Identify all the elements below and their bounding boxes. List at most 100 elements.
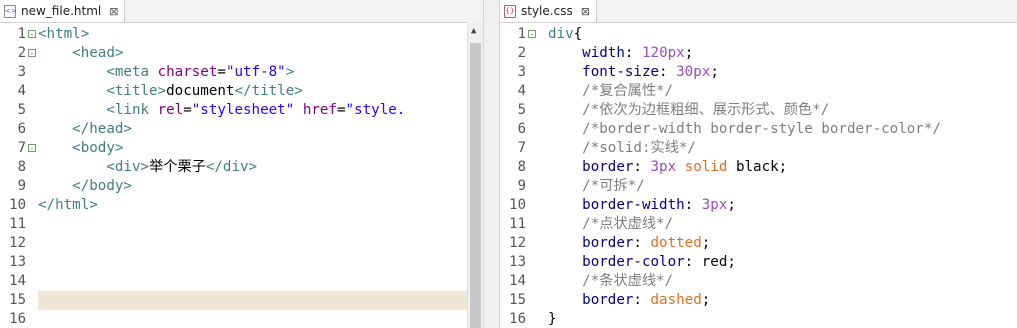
code-token: </html> [38, 197, 98, 213]
line-number: 5 [517, 102, 526, 118]
line-number: 7 [517, 140, 526, 156]
code-line[interactable]: border: dotted; [548, 234, 710, 253]
code-line[interactable]: <head> [38, 44, 123, 63]
css-editor-pane[interactable]: {} style.css ⊠ 1-2 3 4 5 6 7 8 9 10 11 12 13 14 15 16 d… [500, 0, 1017, 328]
line-number: 11 [509, 216, 526, 232]
close-tab-icon[interactable]: ⊠ [581, 5, 590, 18]
code-line[interactable]: /*点状虚线*/ [548, 215, 673, 234]
line-number: 12 [9, 235, 26, 251]
code-token: href [302, 102, 337, 118]
code-line[interactable]: /*条状虚线*/ [548, 272, 673, 291]
code-line[interactable]: /*依次为边框粗细、展示形式、颜色*/ [548, 101, 829, 120]
code-token: : [684, 197, 702, 213]
code-line[interactable]: <link rel="stylesheet" href="style. [38, 101, 405, 120]
line-number: 2 [17, 45, 26, 61]
code-line[interactable]: <div>举个栗子</div> [38, 158, 257, 177]
css-file-icon: {} [504, 4, 516, 18]
code-line[interactable]: /*border-width border-style border-color… [548, 120, 941, 139]
code-token: { [573, 26, 583, 42]
code-token: /*条状虚线*/ [582, 273, 674, 289]
html-tab-bar: <> new_file.html ⊠ [0, 0, 483, 23]
code-line[interactable]: font-size: 30px; [548, 63, 719, 82]
code-line[interactable]: width: 120px; [548, 44, 693, 63]
fold-toggle-icon[interactable]: - [28, 49, 36, 58]
fold-toggle-icon[interactable]: - [28, 144, 36, 153]
scrollbar-thumb[interactable] [470, 43, 481, 328]
code-token: border-width [582, 197, 685, 213]
code-token: charset [157, 64, 218, 80]
code-token: border [582, 292, 634, 308]
code-token: font-size [582, 64, 660, 80]
fold-toggle-icon[interactable]: - [28, 30, 36, 39]
code-token: rel [157, 102, 184, 118]
code-token: /*依次为边框粗细、展示形式、颜色*/ [582, 102, 830, 118]
line-number: 16 [9, 311, 26, 327]
vertical-scrollbar[interactable]: ▲ [467, 22, 483, 328]
code-line[interactable]: <body> [38, 139, 123, 158]
code-token: <html> [38, 26, 90, 42]
code-line[interactable]: /*solid:实线*/ [548, 139, 696, 158]
code-line[interactable]: border-color: red; [548, 253, 736, 272]
close-tab-icon[interactable]: ⊠ [109, 5, 118, 18]
code-line[interactable]: /*复合属性*/ [548, 82, 673, 101]
code-line[interactable]: border: 3px solid black; [548, 158, 787, 177]
code-line[interactable]: border-width: 3px; [548, 196, 736, 215]
line-number: 13 [509, 254, 526, 270]
line-number: 7 [17, 140, 26, 156]
code-line[interactable]: <meta charset="utf-8"> [38, 63, 294, 82]
code-token: </div> [205, 159, 258, 175]
code-line[interactable]: <title>document</title> [38, 82, 302, 101]
scroll-up-arrow-icon[interactable]: ▲ [471, 26, 476, 36]
html-code-area[interactable]: 1-2-3 4 5 6 7-8 9 10 11 12 13 14 15 16 <html> <head> … [0, 22, 483, 328]
code-token: <link [106, 102, 158, 118]
code-token: : [633, 292, 651, 308]
code-line[interactable]: div{ [548, 25, 582, 44]
tab-style-css[interactable]: {} style.css ⊠ [500, 0, 597, 22]
pane-splitter[interactable] [483, 0, 500, 328]
code-line[interactable]: border: dashed; [548, 291, 710, 310]
code-token: dashed [650, 292, 702, 308]
code-token: <title> [106, 83, 167, 99]
code-line[interactable]: } [548, 310, 557, 328]
code-token: </head> [72, 121, 132, 137]
code-token: : red; [684, 254, 736, 270]
code-token: <body> [72, 140, 124, 156]
current-line-highlight [38, 291, 468, 310]
code-token: : [633, 235, 651, 251]
tab-new-file-html[interactable]: <> new_file.html ⊠ [0, 0, 126, 22]
fold-toggle-icon[interactable]: - [528, 30, 536, 39]
line-number: 12 [509, 235, 526, 251]
code-token: /*点状虚线*/ [582, 216, 674, 232]
code-token: /*solid:实线*/ [582, 140, 696, 156]
line-number: 6 [17, 121, 26, 137]
code-line[interactable]: <html> [38, 25, 89, 44]
code-line[interactable]: </html> [38, 196, 98, 215]
code-token: ; [701, 235, 711, 251]
code-token: /*可拆*/ [582, 178, 645, 194]
code-token: ; [727, 197, 736, 213]
code-token: 30px [676, 64, 711, 80]
code-line[interactable]: </body> [38, 177, 132, 196]
html-editor-pane[interactable]: <> new_file.html ⊠ 1-2-3 4 5 6 7-8 9 10 11 12 13 1… [0, 0, 483, 328]
css-code-area[interactable]: 1-2 3 4 5 6 7 8 9 10 11 12 13 14 15 16 div{ width: 120p… [500, 22, 1017, 328]
code-line[interactable]: </head> [38, 120, 132, 139]
code-line[interactable]: /*可拆*/ [548, 177, 645, 196]
line-number: 8 [17, 159, 26, 175]
code-token: 3px [701, 197, 728, 213]
code-token: "stylesheet" [191, 102, 295, 118]
tab-label: new_file.html [21, 4, 102, 18]
code-token: <div> [106, 159, 150, 175]
